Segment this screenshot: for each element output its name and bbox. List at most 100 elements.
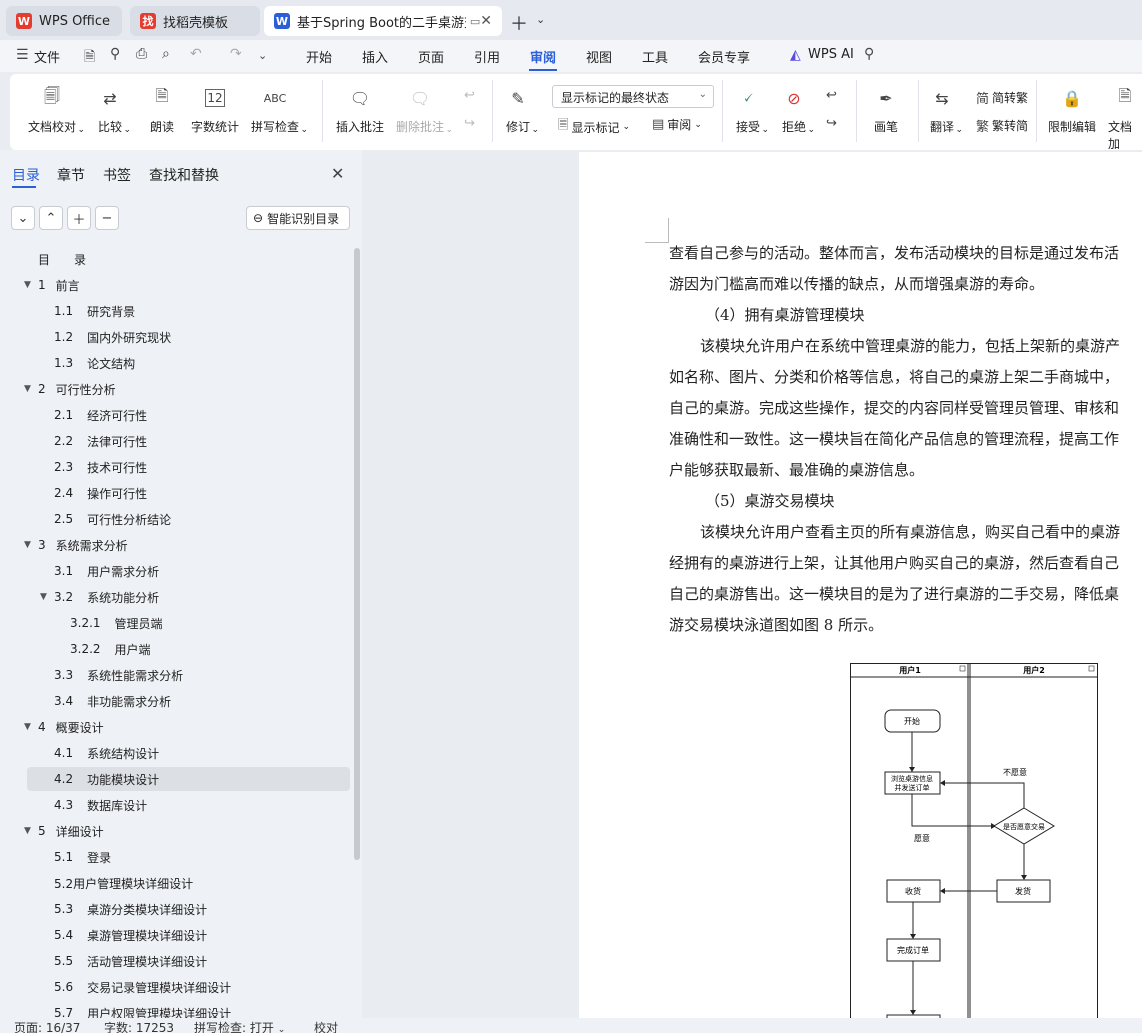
toc-item[interactable]: 目 录	[24, 247, 86, 271]
collapse-arrow-icon[interactable]: ▼	[40, 592, 54, 602]
toc-item[interactable]: ▼ 3.2 系统功能分析	[40, 585, 159, 609]
next-comment-icon[interactable]: ↪	[464, 116, 478, 131]
hamburger-icon[interactable]: ☰	[16, 47, 29, 63]
toc-item[interactable]: ▼ 4 概要设计	[24, 715, 104, 739]
save-icon[interactable]: 🗎	[84, 46, 95, 70]
proofread-indicator[interactable]: 校对	[314, 1019, 338, 1033]
more-icon[interactable]: ⌄	[258, 49, 267, 62]
trad-to-simp-button[interactable]: 繁繁转简	[976, 116, 1028, 135]
show-markup-button[interactable]: 🗏 显示标记 ⌄	[558, 116, 630, 138]
menu-view[interactable]: 视图	[586, 47, 612, 66]
menu-tools[interactable]: 工具	[642, 47, 668, 66]
screen-icon[interactable]: ▭	[470, 15, 480, 28]
word-count-button[interactable]: 12 字数统计	[191, 86, 239, 135]
add-icon[interactable]: ＋	[67, 206, 91, 230]
toc-item[interactable]: 1.1 研究背景	[40, 299, 135, 323]
toc-item[interactable]: 2.3 技术可行性	[40, 455, 147, 479]
markup-state-select[interactable]: 显示标记的最终状态 ⌄	[552, 85, 714, 108]
smart-toc-button[interactable]: ⊖ 智能识别目录	[246, 206, 350, 230]
collapse-arrow-icon[interactable]: ▼	[24, 280, 38, 290]
print-icon[interactable]: ⎙	[136, 46, 147, 62]
menu-member[interactable]: 会员专享	[698, 47, 750, 66]
word-count-indicator[interactable]: 字数: 17253	[104, 1019, 174, 1033]
pen-button[interactable]: ✒ 画笔	[874, 86, 898, 135]
toc-item[interactable]: 2.2 法律可行性	[40, 429, 147, 453]
spell-check-indicator[interactable]: 拼写检查: 打开 ⌄	[194, 1019, 285, 1033]
collapse-arrow-icon[interactable]: ▼	[24, 722, 38, 732]
minus-icon[interactable]: −	[95, 206, 119, 230]
collapse-arrow-icon[interactable]: ▼	[24, 826, 38, 836]
sidebar-scrollbar[interactable]	[354, 248, 360, 860]
spell-check-button[interactable]: ABC 拼写检查 ⌄	[251, 86, 308, 136]
toc-item[interactable]: ▼ 3 系统需求分析	[24, 533, 128, 557]
toc-item[interactable]: 3.3 系统性能需求分析	[40, 663, 183, 687]
menu-review[interactable]: 审阅	[530, 47, 556, 66]
accept-button[interactable]: 🗸 接受 ⌄	[736, 86, 769, 135]
page-indicator[interactable]: 页面: 16/37	[14, 1019, 80, 1033]
tab-wps-office[interactable]: W WPS Office	[6, 6, 122, 36]
toc-item[interactable]: 2.5 可行性分析结论	[40, 507, 171, 531]
print-preview-icon[interactable]: ⌕	[162, 46, 170, 62]
menu-file[interactable]: 文件	[34, 47, 60, 66]
simp-to-trad-button[interactable]: 简简转繁	[976, 88, 1028, 107]
document-encrypt-button[interactable]: 🗎 文档加	[1108, 86, 1142, 152]
reject-button[interactable]: ⊘ 拒绝 ⌄	[782, 86, 815, 136]
menu-reference[interactable]: 引用	[474, 47, 500, 66]
menu-wps-ai[interactable]: WPS AI	[808, 47, 854, 62]
toc-item[interactable]: 5.6 交易记录管理模块详细设计	[40, 975, 231, 999]
collapse-icon[interactable]: ⌃	[39, 206, 63, 230]
toc-item[interactable]: 3.1 用户需求分析	[40, 559, 159, 583]
expand-icon[interactable]: ⌄	[11, 206, 35, 230]
toc-item[interactable]: ▼ 5 详细设计	[24, 819, 104, 843]
chevron-down-icon[interactable]: ⌄	[536, 13, 545, 26]
insert-comment-button[interactable]: 🗨 插入批注	[336, 86, 384, 135]
toc-item[interactable]: 5.2用户管理模块详细设计	[40, 871, 193, 895]
restrict-edit-button[interactable]: 🔒 限制编辑	[1048, 86, 1096, 135]
tab-toc[interactable]: 目录	[12, 165, 40, 185]
review-pane-button[interactable]: ▤ 审阅 ⌄	[652, 116, 702, 133]
tab-document[interactable]: W 基于Spring Boot的二手桌游交 ▭ ✕	[264, 6, 502, 36]
toc-item-number: 2.5	[54, 512, 74, 526]
translate-button[interactable]: ⇆ 翻译 ⌄	[930, 86, 963, 136]
next-revision-icon[interactable]: ↪	[826, 116, 840, 131]
close-pane-icon[interactable]: ✕	[331, 164, 344, 183]
collapse-arrow-icon[interactable]: ▼	[24, 384, 38, 394]
toc-item[interactable]: 1.2 国内外研究现状	[40, 325, 171, 349]
toc-item[interactable]: 3.4 非功能需求分析	[40, 689, 171, 713]
tab-sections[interactable]: 章节	[57, 165, 85, 185]
collapse-arrow-icon[interactable]: ▼	[24, 540, 38, 550]
toc-item[interactable]: 5.1 登录	[40, 845, 111, 869]
toc-item[interactable]: 5.5 活动管理模块详细设计	[40, 949, 207, 973]
toc-item[interactable]: 3.2.2 用户端	[56, 637, 151, 661]
toc-item[interactable]: ▼ 2 可行性分析	[24, 377, 116, 401]
prev-revision-icon[interactable]: ↩	[826, 88, 840, 103]
toc-item[interactable]: 1.3 论文结构	[40, 351, 135, 375]
toc-item[interactable]: 5.3 桌游分类模块详细设计	[40, 897, 207, 921]
menu-page[interactable]: 页面	[418, 47, 444, 66]
doc-check-button[interactable]: 🗐 文档校对 ⌄	[28, 86, 85, 136]
toc-item[interactable]: 4.3 数据库设计	[40, 793, 147, 817]
delete-comment-button[interactable]: 🗨 删除批注 ⌄	[396, 86, 453, 136]
prev-comment-icon[interactable]: ↩	[464, 88, 478, 103]
tab-bookmarks[interactable]: 书签	[103, 165, 131, 185]
tab-template[interactable]: 找 找稻壳模板	[130, 6, 260, 36]
tab-find-replace[interactable]: 查找和替换	[149, 165, 219, 185]
menu-insert[interactable]: 插入	[362, 47, 388, 66]
undo-icon[interactable]: ↶	[190, 46, 202, 62]
read-aloud-button[interactable]: 🗎 朗读	[150, 86, 174, 135]
toc-item[interactable]: 2.4 操作可行性	[40, 481, 147, 505]
new-tab-icon[interactable]: ＋	[510, 10, 528, 36]
compare-button[interactable]: ⇄ 比较 ⌄	[98, 86, 131, 136]
menu-home[interactable]: 开始	[306, 47, 332, 66]
toc-item[interactable]: 4.1 系统结构设计	[40, 741, 159, 765]
toc-item[interactable]: 2.1 经济可行性	[40, 403, 147, 427]
toc-item[interactable]: ▼ 1 前言	[24, 273, 80, 297]
share-icon[interactable]: ⚲	[110, 46, 120, 62]
toc-item[interactable]: 3.2.1 管理员端	[56, 611, 163, 635]
redo-icon[interactable]: ↷	[230, 46, 242, 62]
close-tab-icon[interactable]: ✕	[480, 13, 492, 29]
toc-item[interactable]: 5.4 桌游管理模块详细设计	[40, 923, 207, 947]
toc-item[interactable]: 4.2 功能模块设计	[40, 767, 159, 791]
revise-button[interactable]: ✎ 修订 ⌄	[506, 86, 539, 136]
search-icon[interactable]: ⚲	[864, 46, 874, 62]
